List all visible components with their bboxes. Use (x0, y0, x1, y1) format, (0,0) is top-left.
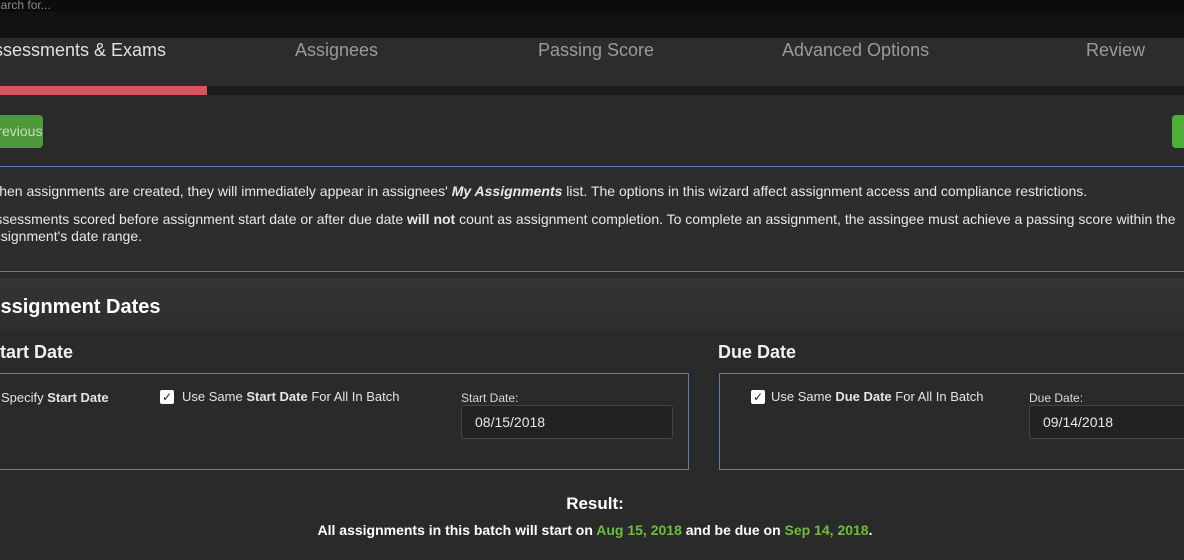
due-date-input[interactable]: 09/14/2018 (1029, 405, 1184, 439)
tab-assignees[interactable]: Assignees (295, 40, 378, 61)
section-header-band (0, 278, 1184, 330)
result-text: and be due on (681, 522, 785, 538)
same-start-date-checkbox[interactable]: ✓ (160, 390, 174, 404)
result-summary: All assignments in this batch will start… (0, 522, 1184, 538)
info-text: Assessments scored before assignment sta… (0, 211, 407, 227)
result-title: Result: (566, 494, 624, 513)
due-date-panel: ✓ Use Same Due Date For All In Batch Due… (719, 373, 1184, 470)
option-label-bold: Start Date (47, 390, 109, 405)
start-date-field-label: Start Date: (461, 391, 519, 405)
previous-button[interactable]: Previous (0, 115, 43, 148)
specify-start-date-option[interactable]: Specify Start Date (1, 390, 109, 405)
tab-passing-score[interactable]: Passing Score (538, 40, 654, 61)
wizard-progress-bar (0, 86, 1184, 95)
wizard-progress-fill (0, 86, 208, 95)
info-emphasis: will not (407, 211, 456, 227)
due-date-field-label: Due Date: (1029, 391, 1084, 405)
option-label: For All In Batch (307, 389, 400, 404)
next-button[interactable] (1172, 115, 1184, 148)
start-date-input[interactable]: 08/15/2018 (461, 405, 673, 439)
option-label: Use Same (182, 389, 247, 404)
section-title: Assignment Dates (0, 296, 161, 318)
info-emphasis: My Assignments (451, 183, 563, 199)
info-text: When assignments are created, they will … (0, 183, 452, 199)
info-text: count as assignment completion. To compl… (455, 211, 1176, 227)
result-due-date: Sep 14, 2018 (784, 522, 869, 538)
header-band (0, 12, 1184, 38)
option-label-bold: Due Date (835, 389, 892, 404)
info-text: list. The options in this wizard affect … (562, 183, 1088, 199)
start-date-panel: Specify Start Date ✓ Use Same Start Date… (0, 373, 689, 470)
tab-advanced-options[interactable]: Advanced Options (782, 40, 929, 61)
option-label: Use Same (771, 389, 836, 404)
due-date-title: Due Date (718, 342, 797, 362)
result-text: . (868, 522, 873, 538)
tab-review[interactable]: Review (1086, 40, 1145, 61)
option-label: Specify (1, 390, 48, 405)
search-input[interactable]: Search for... (0, 0, 51, 12)
info-text-date-range: assignment's date range. (0, 228, 142, 244)
top-bar: Search for... (0, 0, 1184, 12)
result-text: All assignments in this batch will start… (317, 522, 597, 538)
same-due-date-label[interactable]: Use Same Due Date For All In Batch (771, 389, 983, 404)
same-due-date-checkbox[interactable]: ✓ (751, 390, 765, 404)
same-start-date-label[interactable]: Use Same Start Date For All In Batch (182, 389, 400, 404)
tab-assessments-exams[interactable]: Assessments & Exams (0, 40, 166, 61)
result-start-date: Aug 15, 2018 (596, 522, 682, 538)
start-date-title: Start Date (0, 342, 74, 362)
info-text-assignments: When assignments are created, they will … (0, 183, 1087, 199)
wizard-tabs: Assessments & Exams Assignees Passing Sc… (0, 38, 1184, 86)
option-label: For All In Batch (891, 389, 984, 404)
info-text-scoring: Assessments scored before assignment sta… (0, 211, 1176, 227)
option-label-bold: Start Date (246, 389, 308, 404)
